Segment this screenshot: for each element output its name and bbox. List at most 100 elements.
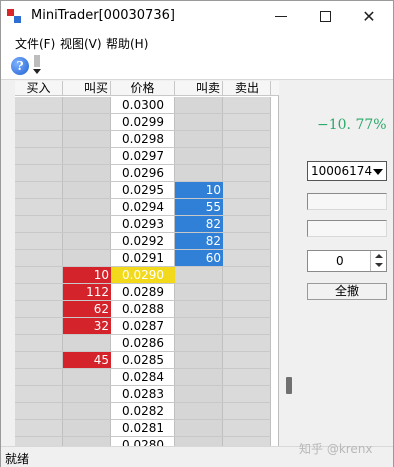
price-level: 0.0298 [122,132,164,146]
price-level: 0.0297 [122,149,164,163]
price-level: 0.0284 [122,370,164,384]
ladder-row: 0.0300 [15,97,271,114]
ladder-row: 0.0297 [15,148,271,165]
close-button[interactable]: ✕ [347,1,391,32]
menu-help[interactable]: 帮助(H) [106,35,148,52]
bid-quantity[interactable]: 112 [63,284,111,301]
ask-quantity[interactable] [175,386,223,403]
menu-bar: 文件(F) 视图(V) 帮助(H) [1,32,393,52]
title-bar[interactable]: MiniTrader[00030736] ✕ [1,1,393,32]
ask-quantity[interactable] [175,318,223,335]
bid-quantity[interactable]: 45 [63,352,111,369]
toolbar-overflow-button[interactable] [31,55,43,77]
ask-quantity[interactable]: 82 [175,216,223,233]
ladder-row: 0.0281 [15,420,271,437]
menu-view[interactable]: 视图(V) [60,35,102,52]
ask-quantity[interactable]: 82 [175,233,223,250]
bid-quantity[interactable] [63,97,111,114]
ladder-row: 0.0284 [15,369,271,386]
spin-buttons[interactable] [370,251,386,271]
bid-quantity[interactable]: 62 [63,301,111,318]
bid-quantity[interactable] [63,250,111,267]
info-field-2 [307,220,387,237]
ladder-row: 0.0299 [15,114,271,131]
account-select[interactable]: 10006174 [307,161,387,181]
ask-quantity[interactable] [175,420,223,437]
scrollbar-thumb[interactable] [286,377,292,394]
price-level: 0.0292 [122,234,164,248]
bid-quantity[interactable] [63,216,111,233]
bid-quantity[interactable] [63,369,111,386]
chevron-up-icon[interactable] [375,254,383,258]
bid-quantity[interactable] [63,233,111,250]
ask-quantity[interactable] [175,335,223,352]
bid-quantity[interactable] [63,420,111,437]
header-buy[interactable]: 买入 [15,81,63,96]
price-level: 0.0285 [122,353,164,367]
menu-file[interactable]: 文件(F) [15,35,55,52]
current-price: 0.0290 [111,267,175,284]
price-level: 0.0294 [122,200,164,214]
price-level: 0.0295 [122,183,164,197]
bid-quantity[interactable] [63,199,111,216]
maximize-button[interactable] [303,1,347,32]
chevron-down-icon[interactable] [375,263,383,267]
ladder-row: 10 0.0290 [15,267,271,284]
close-icon: ✕ [362,7,376,26]
price-level: 0.0293 [122,217,164,231]
quantity-value: 0 [336,254,344,268]
bid-quantity[interactable] [63,335,111,352]
toolbar: ? [1,52,393,80]
price-level: 0.0282 [122,404,164,418]
change-percent: −10. 77% [317,117,387,133]
ladder-row: 0.0293 82 [15,216,271,233]
bid-quantity[interactable] [63,165,111,182]
ask-quantity[interactable] [175,114,223,131]
maximize-icon [319,11,331,22]
bid-quantity[interactable] [63,386,111,403]
ladder-row: 0.0282 [15,403,271,420]
help-icon[interactable]: ? [11,57,29,75]
ask-quantity[interactable] [175,165,223,182]
header-sell[interactable]: 卖出 [223,81,271,96]
ask-quantity[interactable]: 10 [175,182,223,199]
cancel-all-button[interactable]: 全撤 [307,283,387,300]
ask-quantity[interactable] [175,301,223,318]
ladder-row: 0.0296 [15,165,271,182]
ask-quantity[interactable] [175,97,223,114]
price-level: 0.0289 [122,285,164,299]
info-field-1 [307,193,387,210]
ask-quantity[interactable]: 55 [175,199,223,216]
bid-quantity[interactable]: 10 [63,267,111,284]
price-level: 0.0288 [122,302,164,316]
ask-quantity[interactable]: 60 [175,250,223,267]
minimize-button[interactable] [259,1,303,32]
ladder-row: 45 0.0285 [15,352,271,369]
bid-quantity[interactable] [63,148,111,165]
grip-icon [34,55,40,67]
ask-quantity[interactable] [175,267,223,284]
ladder-row: 0.0298 [15,131,271,148]
quantity-stepper[interactable]: 0 [307,250,387,272]
header-price[interactable]: 价格 [111,81,175,96]
bid-quantity[interactable] [63,182,111,199]
header-bid[interactable]: 叫买 [63,81,111,96]
ask-quantity[interactable] [175,403,223,420]
price-level: 0.0296 [122,166,164,180]
bid-quantity[interactable]: 32 [63,318,111,335]
window-title: MiniTrader[00030736] [31,8,175,23]
ask-quantity[interactable] [175,284,223,301]
chevron-down-icon [33,69,41,74]
ask-quantity[interactable] [175,369,223,386]
bid-quantity[interactable] [63,131,111,148]
bid-quantity[interactable] [63,403,111,420]
ask-quantity[interactable] [175,352,223,369]
price-level: 0.0281 [122,421,164,435]
chevron-down-icon [373,169,383,175]
watermark: 知乎 @krenx [299,442,373,456]
header-ask[interactable]: 叫卖 [175,81,223,96]
ladder-row: 32 0.0287 [15,318,271,335]
ask-quantity[interactable] [175,131,223,148]
bid-quantity[interactable] [63,114,111,131]
ask-quantity[interactable] [175,148,223,165]
